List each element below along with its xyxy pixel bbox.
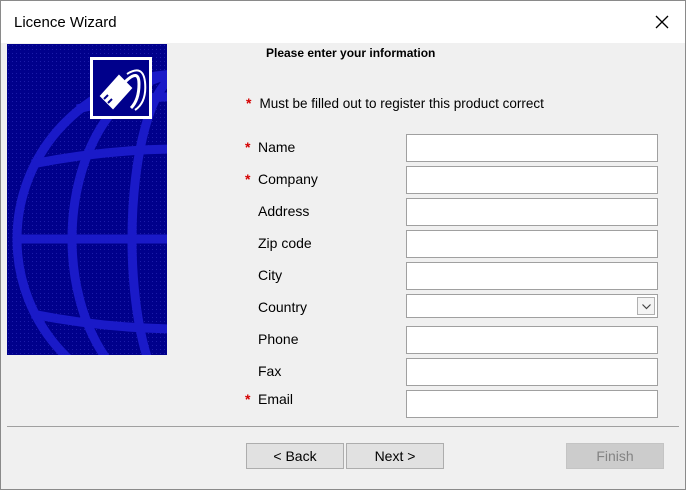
zip-code-label: Zip code	[258, 235, 312, 251]
company-required-marker: *	[245, 171, 251, 187]
globe-graphic	[7, 44, 167, 355]
next-button[interactable]: Next >	[346, 443, 444, 469]
company-label: Company	[258, 171, 318, 187]
country-select[interactable]	[406, 294, 658, 318]
country-dropdown-button[interactable]	[637, 297, 655, 315]
address-label: Address	[258, 203, 310, 219]
email-label: Email	[258, 391, 294, 407]
fax-input[interactable]	[406, 358, 658, 386]
close-icon	[655, 15, 669, 29]
fax-label: Fax	[258, 363, 282, 379]
email-required-marker: *	[245, 391, 251, 407]
city-input[interactable]	[406, 262, 658, 290]
title-bar: Licence Wizard	[1, 1, 685, 43]
close-button[interactable]	[647, 7, 677, 37]
zip-code-input[interactable]	[406, 230, 658, 258]
email-input[interactable]	[406, 390, 658, 418]
country-label: Country	[258, 299, 308, 315]
phone-input[interactable]	[406, 326, 658, 354]
required-marker: *	[246, 95, 252, 111]
city-label: City	[258, 267, 283, 283]
name-input[interactable]	[406, 134, 658, 162]
phone-label: Phone	[258, 331, 299, 347]
wizard-banner-image	[7, 44, 167, 355]
chevron-down-icon	[642, 304, 651, 310]
company-input[interactable]	[406, 166, 658, 194]
address-input[interactable]	[406, 198, 658, 226]
form-heading: Please enter your information	[266, 46, 436, 60]
back-button[interactable]: < Back	[246, 443, 344, 469]
name-label: Name	[258, 139, 296, 155]
finish-button[interactable]: Finish	[566, 443, 664, 469]
licence-wizard-window: Licence Wizard Please enter your informa…	[0, 0, 686, 490]
name-required-marker: *	[245, 139, 251, 155]
required-note-text: Must be filled out to register this prod…	[259, 96, 544, 111]
footer-divider	[7, 426, 679, 427]
window-title: Licence Wizard	[14, 14, 117, 31]
required-note: * Must be filled out to register this pro…	[246, 95, 544, 111]
